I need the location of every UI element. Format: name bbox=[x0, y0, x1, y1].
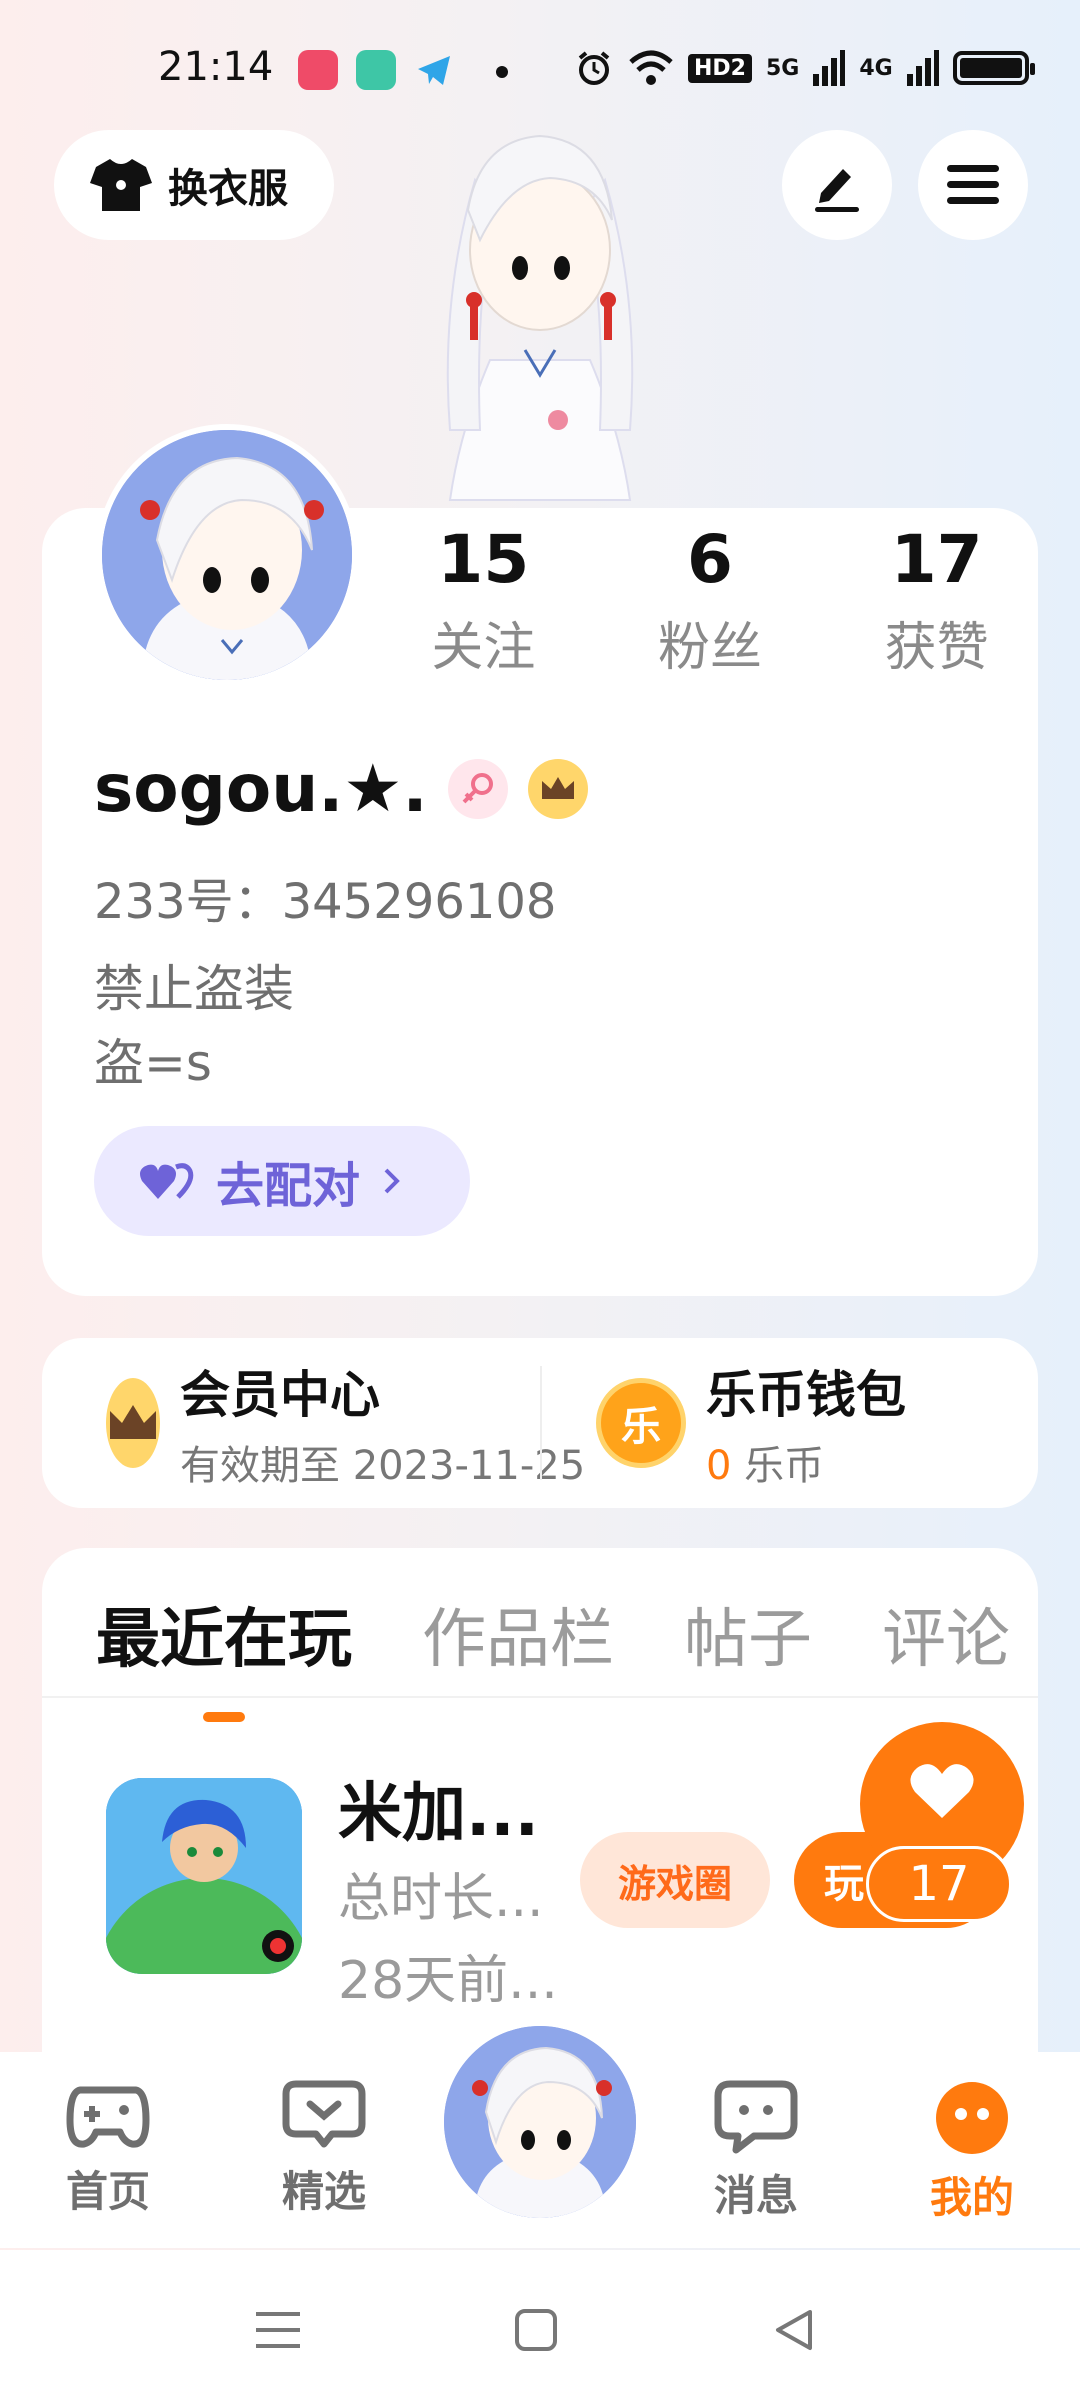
wallet-title: 乐币钱包 bbox=[706, 1366, 906, 1424]
nav-featured[interactable]: 精选 bbox=[244, 2080, 404, 2219]
username: sogou.★. bbox=[94, 750, 428, 827]
divider bbox=[540, 1366, 542, 1480]
nav-messages-label: 消息 bbox=[713, 2171, 798, 2220]
nav-home-label: 首页 bbox=[65, 2167, 150, 2216]
stat-likes[interactable]: 17 获赞 bbox=[823, 520, 1050, 680]
nav-home[interactable]: 首页 bbox=[28, 2080, 188, 2219]
username-row: sogou.★. bbox=[94, 750, 588, 827]
tab-works[interactable]: 作品栏 bbox=[422, 1588, 614, 1680]
smile-icon bbox=[936, 2082, 1008, 2154]
dress-up-button[interactable]: 换衣服 bbox=[54, 130, 334, 240]
profile-stats: 15 关注 6 粉丝 17 获赞 bbox=[370, 520, 1050, 680]
pen-icon bbox=[815, 169, 859, 212]
avatar-figure-image[interactable] bbox=[380, 100, 700, 510]
edit-profile-button[interactable] bbox=[782, 130, 892, 240]
tab-posts[interactable]: 帖子 bbox=[684, 1588, 812, 1680]
tab-comments[interactable]: 评论 bbox=[882, 1588, 1010, 1680]
followers-label: 粉丝 bbox=[658, 618, 763, 679]
following-count: 15 bbox=[437, 521, 530, 598]
game-name: 米加... bbox=[338, 1777, 539, 1851]
dress-up-label: 换衣服 bbox=[168, 166, 288, 212]
bio-line-1: 禁止盗装 bbox=[94, 960, 294, 1018]
hd-label: HD2 bbox=[688, 53, 752, 83]
wallet[interactable]: 乐 乐币钱包 0 乐币 bbox=[596, 1338, 1016, 1508]
5g-label: 5G bbox=[765, 55, 800, 81]
coin-icon: 乐 bbox=[596, 1378, 686, 1468]
recents-icon bbox=[256, 2312, 300, 2348]
chevron-right-icon bbox=[384, 1168, 400, 1194]
user-id: 233号：345296108 bbox=[94, 874, 557, 930]
home-button[interactable] bbox=[496, 2290, 576, 2370]
stat-following[interactable]: 15 关注 bbox=[370, 520, 597, 680]
following-label: 关注 bbox=[431, 618, 536, 679]
message-icon bbox=[714, 2080, 798, 2154]
game-icon[interactable] bbox=[106, 1778, 302, 1974]
heart-icon bbox=[910, 1764, 974, 1818]
membership-card: 会员中心 有效期至 2023-11-25 乐 乐币钱包 0 乐币 bbox=[42, 1338, 1038, 1508]
tab-divider bbox=[42, 1696, 1038, 1698]
profile-tabs: 最近在玩 作品栏 帖子 评论 bbox=[96, 1588, 1010, 1680]
game-circle-button[interactable]: 游戏圈 bbox=[580, 1832, 770, 1928]
vip-title: 会员中心 bbox=[180, 1366, 380, 1424]
avatar-portrait-image bbox=[102, 430, 352, 680]
vip-expiry: 有效期至 2023-11-25 bbox=[180, 1443, 586, 1489]
like-count: 17 bbox=[866, 1846, 1012, 1922]
vip-crown-icon bbox=[106, 1378, 160, 1468]
menu-button[interactable] bbox=[918, 130, 1028, 240]
gamepad-icon bbox=[66, 2086, 150, 2148]
likes-label: 获赞 bbox=[884, 618, 989, 679]
status-icons: HD2 5G 4G bbox=[574, 46, 1035, 90]
home-square-icon bbox=[515, 2309, 557, 2351]
alarm-icon bbox=[578, 51, 610, 85]
nav-featured-label: 精选 bbox=[281, 2167, 366, 2216]
back-button[interactable] bbox=[754, 2290, 834, 2370]
back-triangle-icon bbox=[776, 2310, 812, 2350]
more-notifications-icon bbox=[496, 66, 508, 78]
app-notification-icon bbox=[298, 50, 338, 90]
stat-followers[interactable]: 6 粉丝 bbox=[597, 520, 824, 680]
match-button[interactable]: 去配对 bbox=[94, 1126, 470, 1236]
wifi-icon bbox=[629, 50, 673, 85]
shirt-icon bbox=[90, 159, 152, 211]
tab-recently-played[interactable]: 最近在玩 bbox=[96, 1588, 352, 1680]
double-heart-icon bbox=[140, 1163, 194, 1199]
wallet-unit: 乐币 bbox=[744, 1443, 825, 1489]
4g-label: 4G bbox=[859, 55, 893, 81]
status-time: 21:14 bbox=[158, 44, 274, 90]
female-icon bbox=[447, 758, 508, 819]
recent-apps-button[interactable] bbox=[238, 2290, 318, 2370]
nav-me-label: 我的 bbox=[929, 2173, 1014, 2222]
game-play-time: 总时长... bbox=[338, 1869, 544, 1929]
system-nav-bar bbox=[0, 2250, 1080, 2400]
hamburger-icon bbox=[947, 165, 999, 204]
crown-icon bbox=[527, 758, 588, 819]
likes-count: 17 bbox=[890, 521, 983, 598]
coin-char: 乐 bbox=[621, 1404, 661, 1450]
wallet-amount: 0 bbox=[706, 1443, 732, 1489]
match-label: 去配对 bbox=[216, 1158, 361, 1214]
followers-count: 6 bbox=[687, 521, 733, 598]
nav-messages[interactable]: 消息 bbox=[676, 2080, 836, 2223]
heart-chat-icon bbox=[282, 2080, 366, 2148]
signal-icon-2 bbox=[906, 50, 939, 86]
bio-line-2: 盗=s bbox=[94, 1034, 212, 1092]
bio: 禁止盗装 盗=s bbox=[94, 952, 294, 1100]
signal-icon bbox=[813, 50, 846, 86]
profile-avatar[interactable] bbox=[96, 424, 358, 686]
wallet-balance: 0 乐币 bbox=[706, 1433, 906, 1491]
battery-icon bbox=[952, 51, 1035, 85]
nav-me[interactable]: 我的 bbox=[892, 2080, 1052, 2225]
telegram-notification-icon bbox=[414, 50, 454, 90]
vip-center[interactable]: 会员中心 有效期至 2023-11-25 bbox=[106, 1338, 585, 1508]
nav-center-avatar[interactable] bbox=[440, 2022, 640, 2222]
camera-notification-icon bbox=[356, 50, 396, 90]
